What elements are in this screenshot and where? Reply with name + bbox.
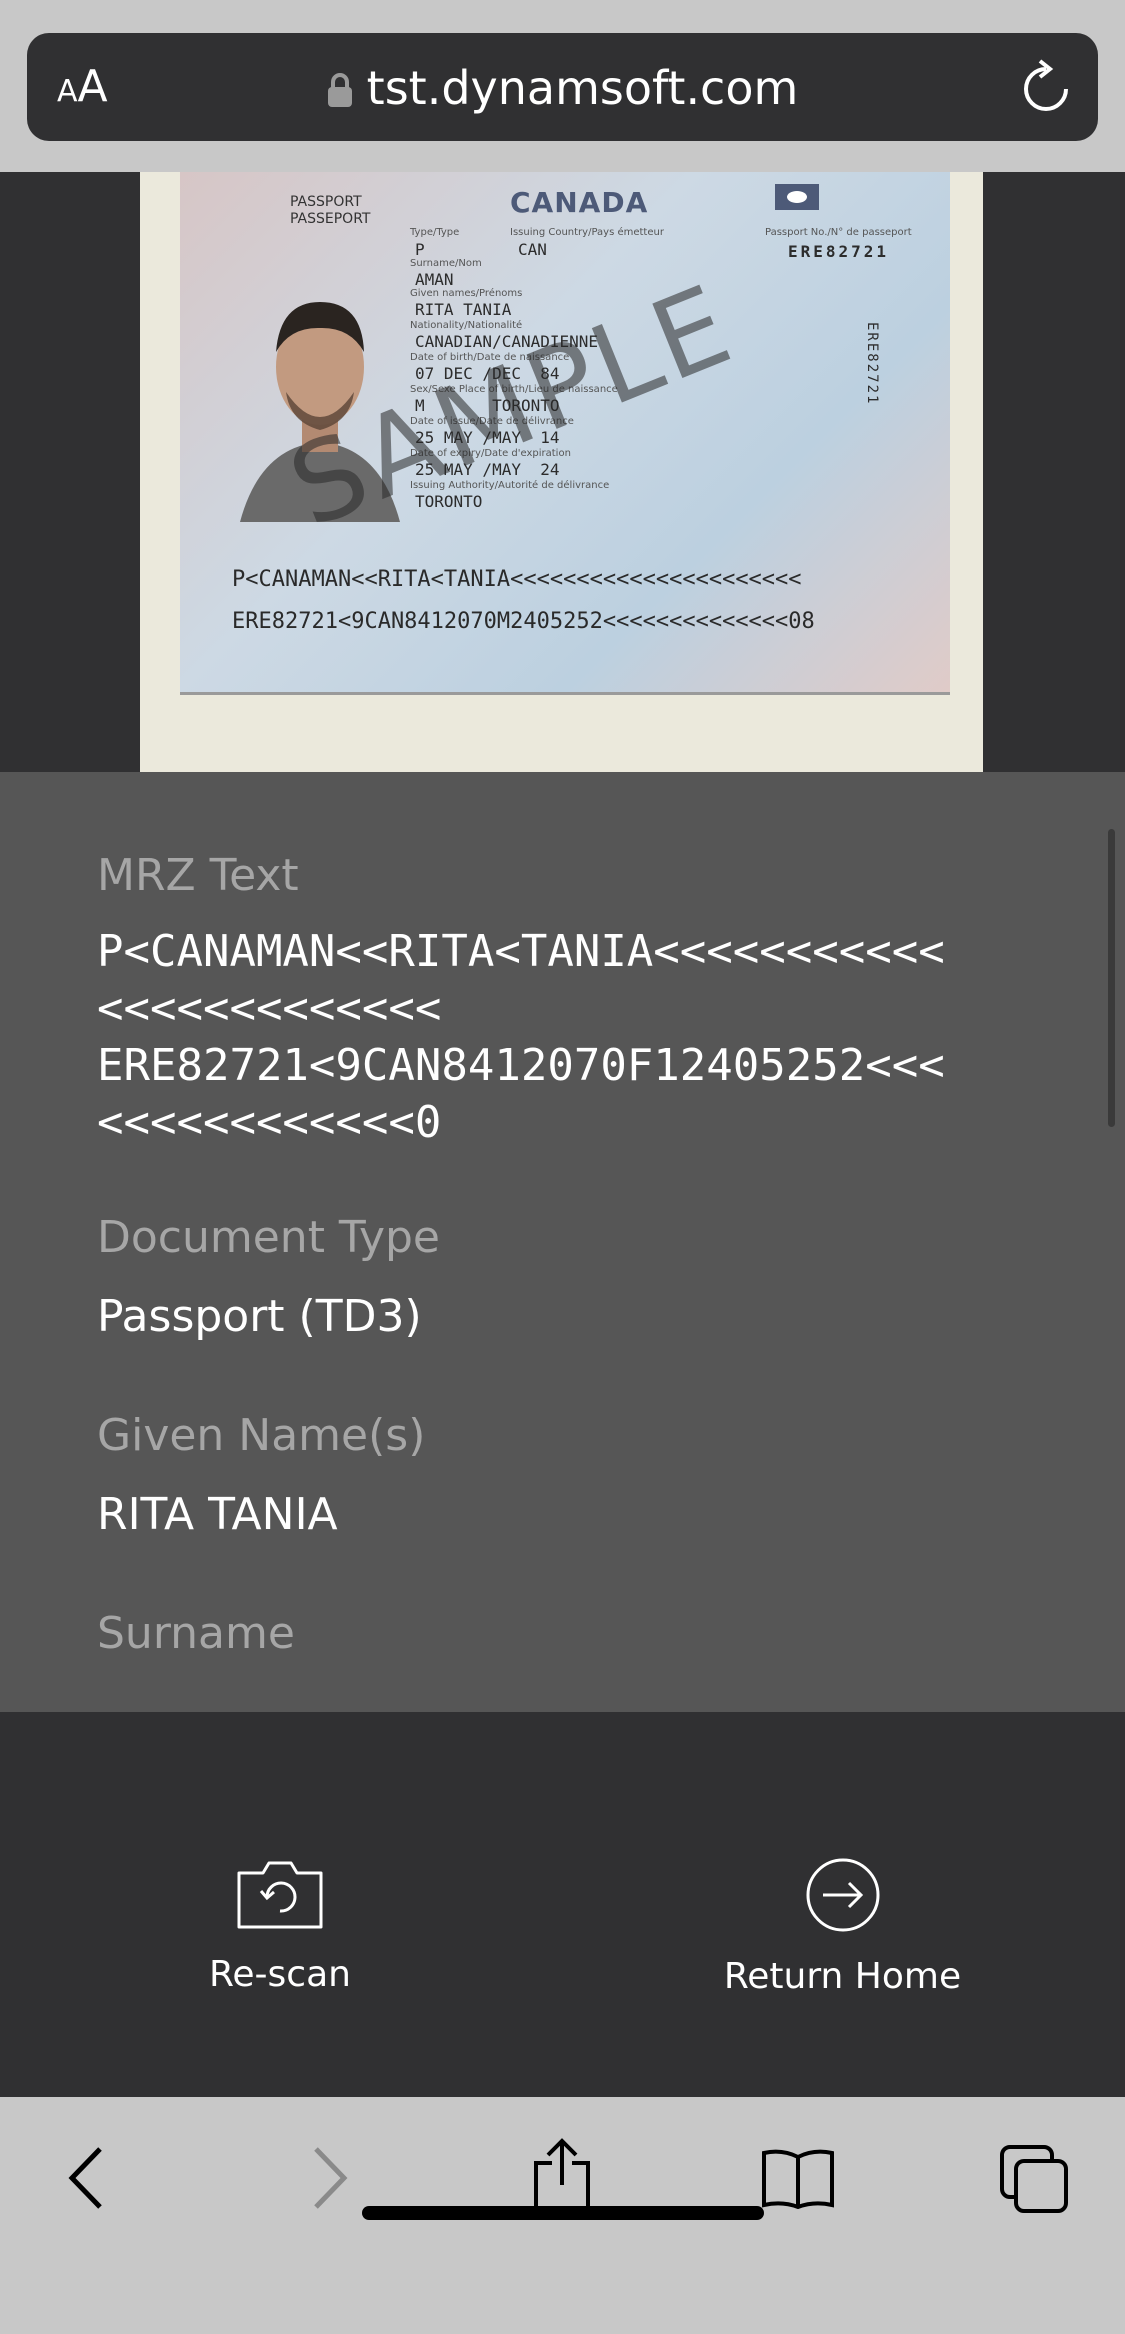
reload-icon[interactable] [1020,59,1072,119]
given-names-field: Given Name(s) RITA TANIA [97,1410,425,1540]
mrz-text-value: P<CANAMAN<<RITA<TANIA<<<<<<<<<<< <<<<<<<… [97,926,945,1148]
side-number: ERE82721 [864,322,880,406]
issuing-value: CAN [518,240,547,259]
document-type-field: Document Type Passport (TD3) [97,1212,440,1342]
action-bar: Re-scan Return Home [0,1712,1125,2097]
passno-label: Passport No./N° de passeport [765,227,912,238]
surname-value: AMAN [415,270,454,289]
passport-card: PASSPORT PASSEPORT CANADA Type/Type P Is… [180,172,950,695]
result-scrollbar[interactable] [1108,829,1115,1127]
rescan-button[interactable]: Re-scan [200,1857,360,1995]
tabs-icon[interactable] [998,2143,1070,2219]
mrz-text-field: MRZ Text P<CANAMAN<<RITA<TANIA<<<<<<<<<<… [97,850,945,1151]
forward-icon[interactable] [310,2145,350,2215]
passno-value: ERE82721 [788,242,890,261]
given-value: RITA TANIA [415,300,512,319]
passport-mrz-line-2: ERE82721<9CAN8412070M2405252<<<<<<<<<<<<… [232,609,815,634]
type-value: P [415,240,425,259]
issuing-label: Issuing Country/Pays émetteur [510,227,664,238]
arrow-right-circle-icon [806,1858,879,1932]
address-bar[interactable]: AA tst.dynamsoft.com [27,33,1098,141]
url-display[interactable]: tst.dynamsoft.com [27,61,1098,119]
canada-flag-icon [775,184,819,210]
passport-doc-label: PASSPORT PASSEPORT [290,194,370,228]
given-names-value: RITA TANIA [97,1489,338,1540]
captured-image-area: PASSPORT PASSEPORT CANADA Type/Type P Is… [0,172,1125,772]
nationality-label: Nationality/Nationalité [410,320,523,331]
return-home-label: Return Home [723,1956,962,1997]
type-label: Type/Type [410,227,460,238]
lock-icon [327,65,353,119]
return-home-button[interactable]: Return Home [715,1857,970,1997]
browser-top-bar: AA tst.dynamsoft.com [0,0,1125,172]
surname-label: Surname/Nom [410,258,482,269]
given-label: Given names/Prénoms [410,288,523,299]
surname-label: Surname [97,1608,295,1659]
passport-country: CANADA [510,186,649,219]
doc-label-fr: PASSEPORT [290,211,371,227]
surname-field: Surname [97,1608,295,1687]
camera-rescan-icon [237,1861,323,1929]
url-text: tst.dynamsoft.com [366,61,799,115]
result-panel[interactable]: MRZ Text P<CANAMAN<<RITA<TANIA<<<<<<<<<<… [0,772,1125,1712]
rescan-label: Re-scan [209,1954,351,1995]
back-icon[interactable] [66,2145,106,2215]
passport-image: PASSPORT PASSEPORT CANADA Type/Type P Is… [140,172,983,772]
bookmarks-icon[interactable] [760,2147,836,2213]
doc-label-en: PASSPORT [290,194,362,210]
document-type-value: Passport (TD3) [97,1291,422,1342]
document-type-label: Document Type [97,1212,440,1263]
home-indicator [362,2206,764,2220]
share-icon[interactable] [532,2137,592,2217]
passport-mrz-line-1: P<CANAMAN<<RITA<TANIA<<<<<<<<<<<<<<<<<<<… [232,567,802,592]
given-names-label: Given Name(s) [97,1410,426,1461]
mrz-text-label: MRZ Text [97,850,299,901]
